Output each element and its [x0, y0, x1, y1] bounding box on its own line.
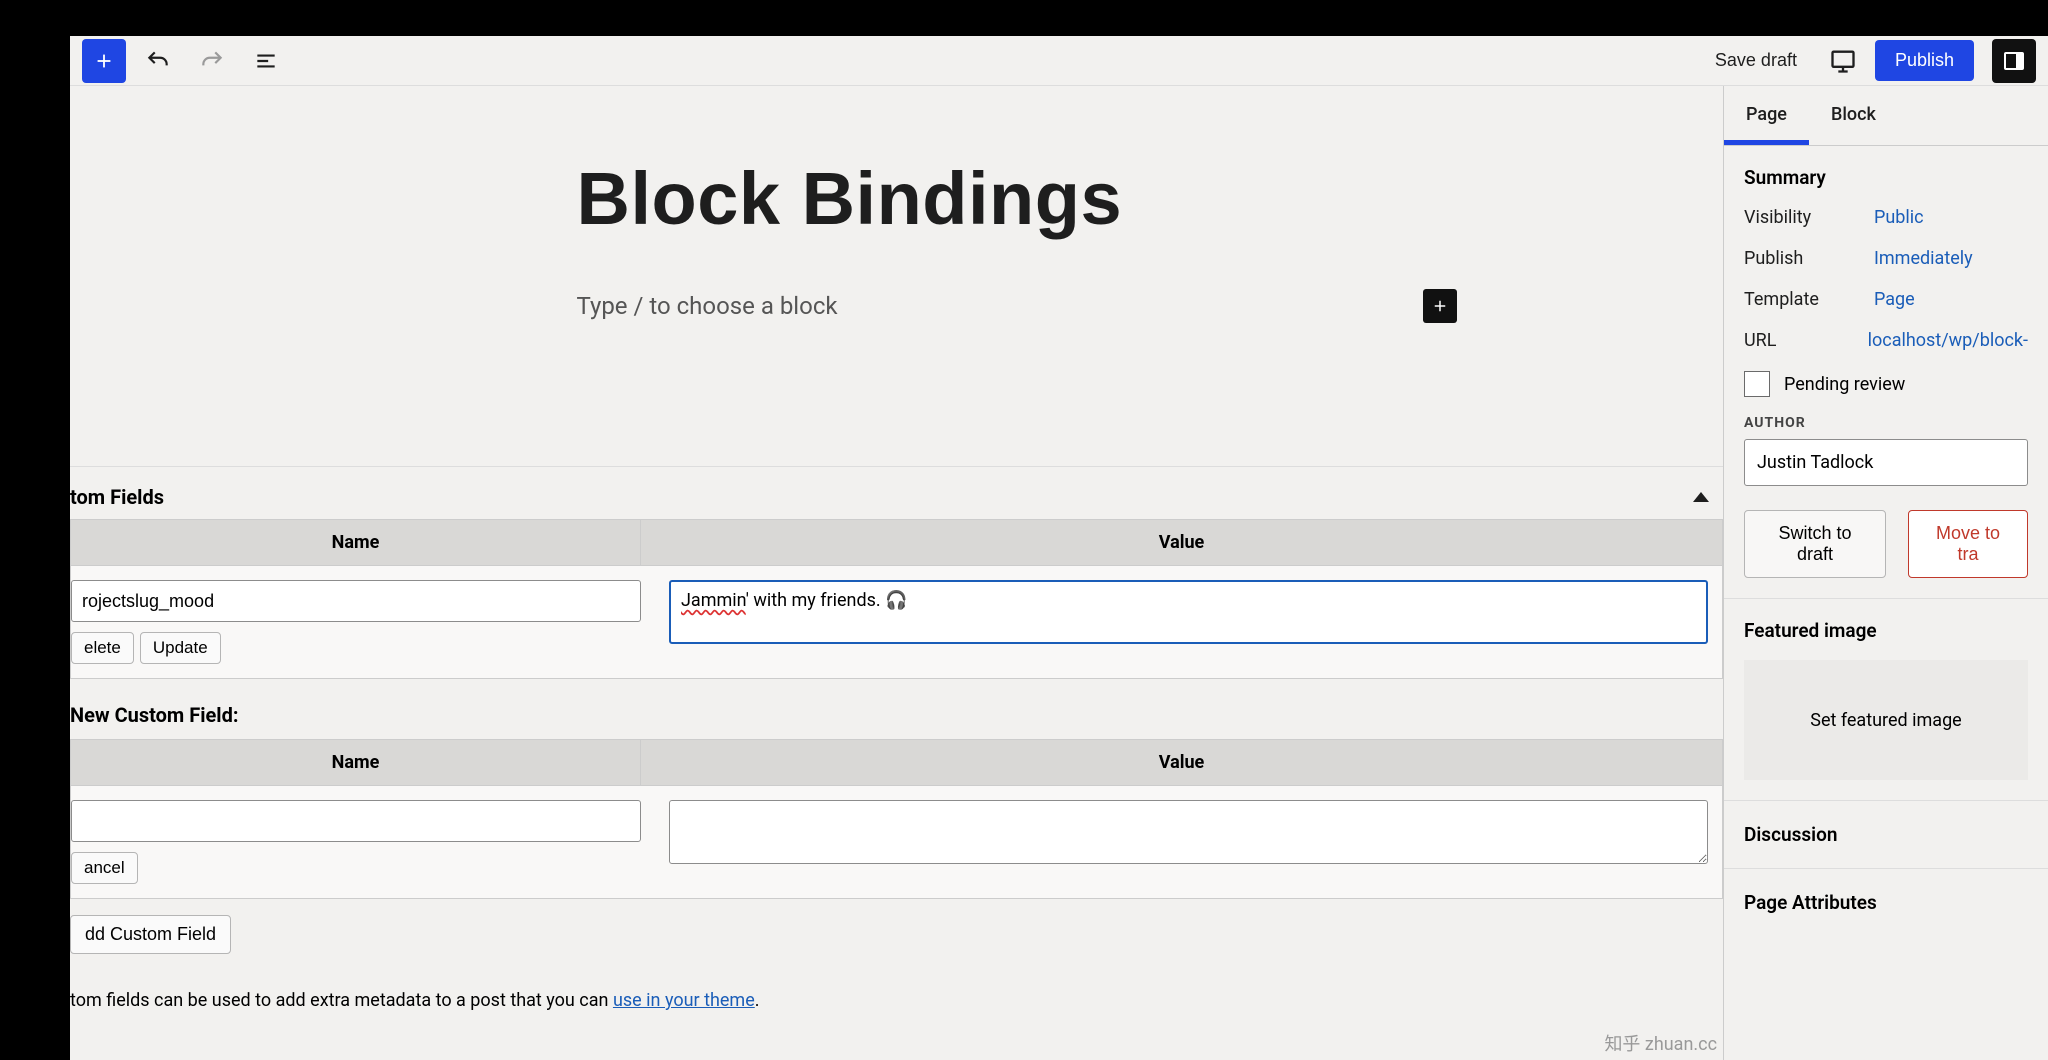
custom-field-value-textarea[interactable]: Jammin' with my friends. 🎧 [669, 580, 1708, 644]
summary-title: Summary [1744, 166, 2028, 189]
cancel-new-field-button[interactable]: ancel [71, 852, 138, 884]
pending-review-checkbox[interactable] [1744, 371, 1770, 397]
publish-label: Publish [1744, 248, 1874, 269]
url-label: URL [1744, 330, 1868, 351]
top-toolbar: Save draft Publish [70, 36, 2048, 86]
column-header-name: Name [71, 520, 641, 565]
block-placeholder[interactable]: Type / to choose a block [577, 286, 1411, 326]
sidebar-icon [2002, 49, 2026, 73]
list-icon [253, 48, 279, 74]
plus-icon [1431, 297, 1449, 315]
tab-page[interactable]: Page [1724, 86, 1809, 145]
theme-docs-link[interactable]: use in your theme [613, 990, 755, 1011]
plus-icon [93, 50, 115, 72]
featured-image-title: Featured image [1744, 619, 2028, 642]
preview-button[interactable] [1821, 39, 1865, 83]
update-field-button[interactable]: Update [140, 632, 221, 664]
editor-area: Block Bindings Type / to choose a block … [70, 86, 1723, 1060]
watermark: 知乎 zhuan.cc [1604, 1030, 1717, 1056]
new-field-value-textarea[interactable] [669, 800, 1708, 864]
author-label: AUTHOR [1744, 415, 2028, 431]
featured-image-section: Featured image Set featured image [1724, 599, 2048, 801]
delete-field-button[interactable]: elete [71, 632, 134, 664]
template-label: Template [1744, 289, 1874, 310]
template-value[interactable]: Page [1874, 289, 1915, 310]
column-header-name: Name [71, 740, 641, 785]
column-header-value: Value [641, 520, 1722, 565]
url-value[interactable]: localhost/wp/block- [1868, 330, 2028, 351]
custom-field-row: elete Update Jammin' with my friends. 🎧 [71, 566, 1722, 678]
page-attributes-section[interactable]: Page Attributes [1724, 869, 2048, 936]
column-header-value: Value [641, 740, 1722, 785]
settings-toggle-button[interactable] [1992, 39, 2036, 83]
sidebar-tabs: Page Block [1724, 86, 2048, 146]
insert-block-button[interactable] [82, 39, 126, 83]
custom-fields-table: Name Value elete Update Jammin' with [70, 519, 1723, 679]
tab-block[interactable]: Block [1809, 86, 1898, 145]
switch-to-draft-button[interactable]: Switch to draft [1744, 510, 1886, 578]
inline-add-block-button[interactable] [1423, 289, 1457, 323]
undo-button[interactable] [136, 39, 180, 83]
visibility-label: Visibility [1744, 207, 1874, 228]
new-custom-field-table: Name Value ancel [70, 739, 1723, 899]
custom-fields-help-text: tom fields can be used to add extra meta… [70, 990, 1723, 1011]
add-new-field-heading: New Custom Field: [70, 703, 1723, 727]
desktop-icon [1829, 47, 1857, 75]
post-title[interactable]: Block Bindings [577, 156, 1457, 241]
redo-button[interactable] [190, 39, 234, 83]
pending-review-label: Pending review [1784, 374, 1905, 395]
save-draft-button[interactable]: Save draft [1701, 42, 1811, 79]
set-featured-image-button[interactable]: Set featured image [1744, 660, 2028, 780]
panel-collapse-toggle[interactable] [1693, 492, 1709, 502]
custom-field-name-input[interactable] [71, 580, 641, 622]
add-custom-field-button[interactable]: dd Custom Field [70, 915, 231, 954]
settings-sidebar: Page Block Summary Visibility Public Pub… [1723, 86, 2048, 1060]
redo-icon [199, 48, 225, 74]
custom-fields-panel: tom Fields Name Value elete Update [70, 467, 1723, 1011]
publish-value[interactable]: Immediately [1874, 248, 1973, 269]
summary-section: Summary Visibility Public Publish Immedi… [1724, 146, 2048, 599]
visibility-value[interactable]: Public [1874, 207, 1924, 228]
custom-fields-title: tom Fields [70, 485, 164, 509]
author-select[interactable]: Justin Tadlock [1744, 439, 2028, 486]
undo-icon [145, 48, 171, 74]
new-field-name-input[interactable] [71, 800, 641, 842]
move-to-trash-button[interactable]: Move to tra [1908, 510, 2028, 578]
publish-button[interactable]: Publish [1875, 40, 1974, 81]
discussion-section[interactable]: Discussion [1724, 801, 2048, 869]
document-overview-button[interactable] [244, 39, 288, 83]
